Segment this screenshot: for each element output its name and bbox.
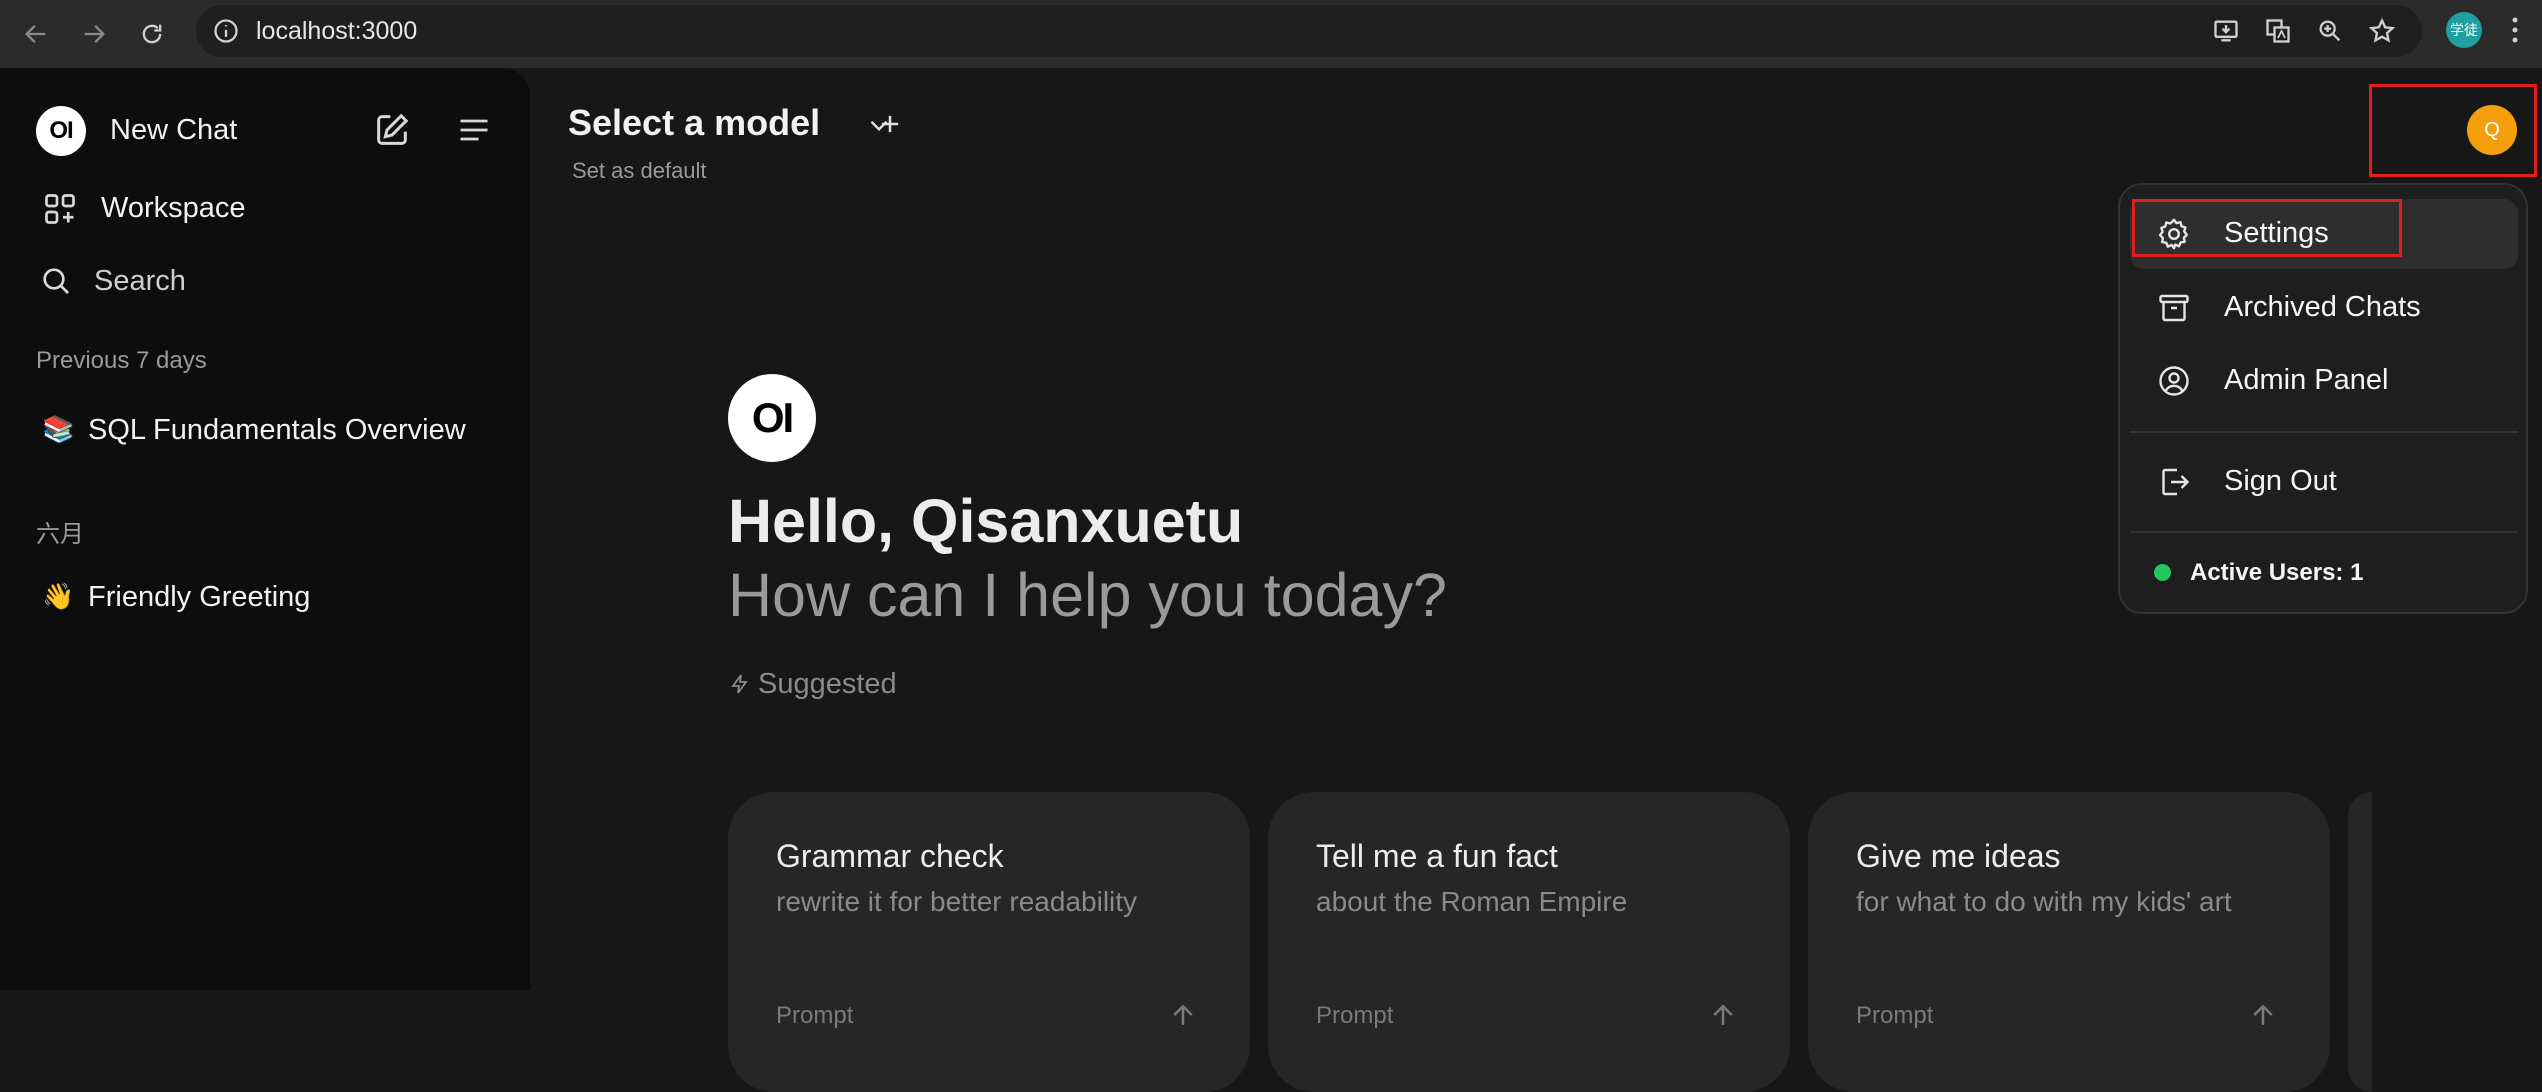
chat-emoji: 📚 — [42, 414, 75, 444]
menu-item-label: Archived Chats — [2224, 291, 2421, 323]
plus-icon — [881, 115, 899, 133]
suggested-heading: Suggested — [728, 666, 968, 702]
chat-item[interactable]: 📚 SQL Fundamentals Overview — [36, 406, 506, 456]
menu-item-sign-out[interactable]: Sign Out — [2130, 447, 2518, 517]
cast-button[interactable] — [2208, 13, 2244, 49]
greeting-subtitle: How can I help you today? — [728, 561, 1447, 629]
workspace-link[interactable]: Workspace — [36, 184, 476, 234]
arrow-up-icon — [1713, 1004, 1733, 1025]
back-button[interactable] — [16, 14, 56, 54]
suggestion-title: Grammar check — [776, 838, 1004, 874]
model-selector[interactable]: Select a model — [568, 98, 898, 146]
url-text[interactable]: localhost:3000 — [256, 17, 417, 46]
suggestion-card[interactable]: Give me ideas for what to do with my kid… — [1808, 792, 2330, 1092]
arrow-right-icon — [84, 25, 105, 43]
active-users-indicator: Active Users: 1 — [2150, 555, 2510, 591]
address-bar[interactable]: localhost:3000 — [196, 5, 2422, 57]
browser-menu-button[interactable] — [2500, 12, 2530, 48]
suggestion-subtitle: rewrite it for better readability — [776, 886, 1138, 917]
search-link[interactable]: Search — [36, 256, 476, 306]
forward-button[interactable] — [74, 14, 114, 54]
menu-divider — [2130, 531, 2518, 533]
kebab-menu-icon — [2512, 17, 2518, 43]
site-info-icon[interactable] — [212, 17, 240, 45]
menu-item-archived-chats[interactable]: Archived Chats — [2130, 273, 2518, 343]
online-status-dot — [2154, 564, 2171, 581]
archive-icon — [2159, 294, 2189, 322]
add-model-button[interactable] — [876, 110, 904, 138]
suggestion-card-partial[interactable] — [2348, 792, 2372, 1092]
workspace-grid-icon — [45, 194, 75, 224]
suggestion-subtitle: for what to do with my kids' art — [1856, 886, 2232, 917]
zoom-button[interactable] — [2312, 13, 2348, 49]
suggestion-prompt-label: Prompt — [776, 1002, 854, 1029]
chat-title: Friendly Greeting — [88, 581, 311, 613]
suggestion-subtitle: about the Roman Empire — [1316, 886, 1628, 917]
section-heading-previous-7-days: Previous 7 days — [36, 347, 207, 374]
suggestion-title: Give me ideas — [1856, 838, 2061, 874]
suggestion-card[interactable]: Grammar check rewrite it for better read… — [728, 792, 1250, 1092]
sign-out-icon — [2162, 468, 2190, 496]
new-chat-label: New Chat — [110, 114, 238, 146]
menu-item-label: Admin Panel — [2224, 364, 2389, 396]
hero-logo: OI — [728, 374, 816, 462]
star-icon — [2368, 17, 2396, 43]
suggestion-title: Tell me a fun fact — [1316, 838, 1558, 874]
reload-icon — [142, 24, 162, 44]
reload-button[interactable] — [132, 14, 172, 54]
hero-logo-text: OI — [751, 394, 794, 441]
translate-icon — [2266, 19, 2290, 43]
suggestion-card[interactable]: Tell me a fun fact about the Roman Empir… — [1268, 792, 1790, 1092]
model-selector-label: Select a model — [568, 102, 821, 143]
search-label: Search — [94, 265, 186, 297]
active-users-label: Active Users: 1 — [2190, 559, 2364, 586]
openwebui-logo: OI — [36, 106, 86, 156]
arrow-left-icon — [25, 25, 46, 43]
chat-emoji: 👋 — [42, 581, 75, 611]
chat-title: SQL Fundamentals Overview — [88, 414, 466, 446]
set-default-link[interactable]: Set as default — [572, 158, 707, 184]
highlight-box-avatar — [2369, 84, 2537, 177]
arrow-up-icon — [2253, 1004, 2273, 1025]
logo-text: OI — [49, 117, 73, 144]
greeting-heading: Hello, Qisanxuetu — [728, 487, 1244, 555]
suggestion-prompt-label: Prompt — [1316, 1002, 1394, 1029]
bookmark-button[interactable] — [2364, 13, 2400, 49]
new-chat-button[interactable] — [372, 110, 412, 150]
browser-toolbar: localhost:3000 学徒 — [0, 0, 2542, 68]
browser-profile-avatar[interactable]: 学徒 — [2446, 12, 2482, 48]
translate-button[interactable] — [2260, 13, 2296, 49]
menu-item-label: Sign Out — [2224, 465, 2337, 497]
toggle-sidebar-button[interactable] — [456, 112, 492, 148]
install-app-icon — [2214, 20, 2238, 42]
arrow-up-icon — [1173, 1004, 1193, 1025]
search-icon — [43, 268, 69, 294]
menu-divider — [2130, 431, 2518, 433]
new-chat-link[interactable]: OI New Chat — [36, 104, 356, 158]
menu-item-admin-panel[interactable]: Admin Panel — [2130, 346, 2518, 416]
highlight-box-settings — [2132, 199, 2402, 257]
bolt-icon — [731, 674, 748, 694]
workspace-label: Workspace — [101, 192, 246, 224]
zoom-icon — [2319, 20, 2341, 42]
user-circle-icon — [2159, 366, 2189, 396]
sidebar: OI New Chat Workspace Search Previous 7 … — [0, 68, 530, 990]
chat-item[interactable]: 👋 Friendly Greeting — [36, 573, 506, 623]
suggestion-prompt-label: Prompt — [1856, 1002, 1934, 1029]
pencil-square-icon — [377, 113, 409, 145]
section-heading-june: 六月 — [36, 521, 84, 548]
suggested-label: Suggested — [758, 668, 897, 700]
menu-lines-icon — [460, 119, 488, 141]
